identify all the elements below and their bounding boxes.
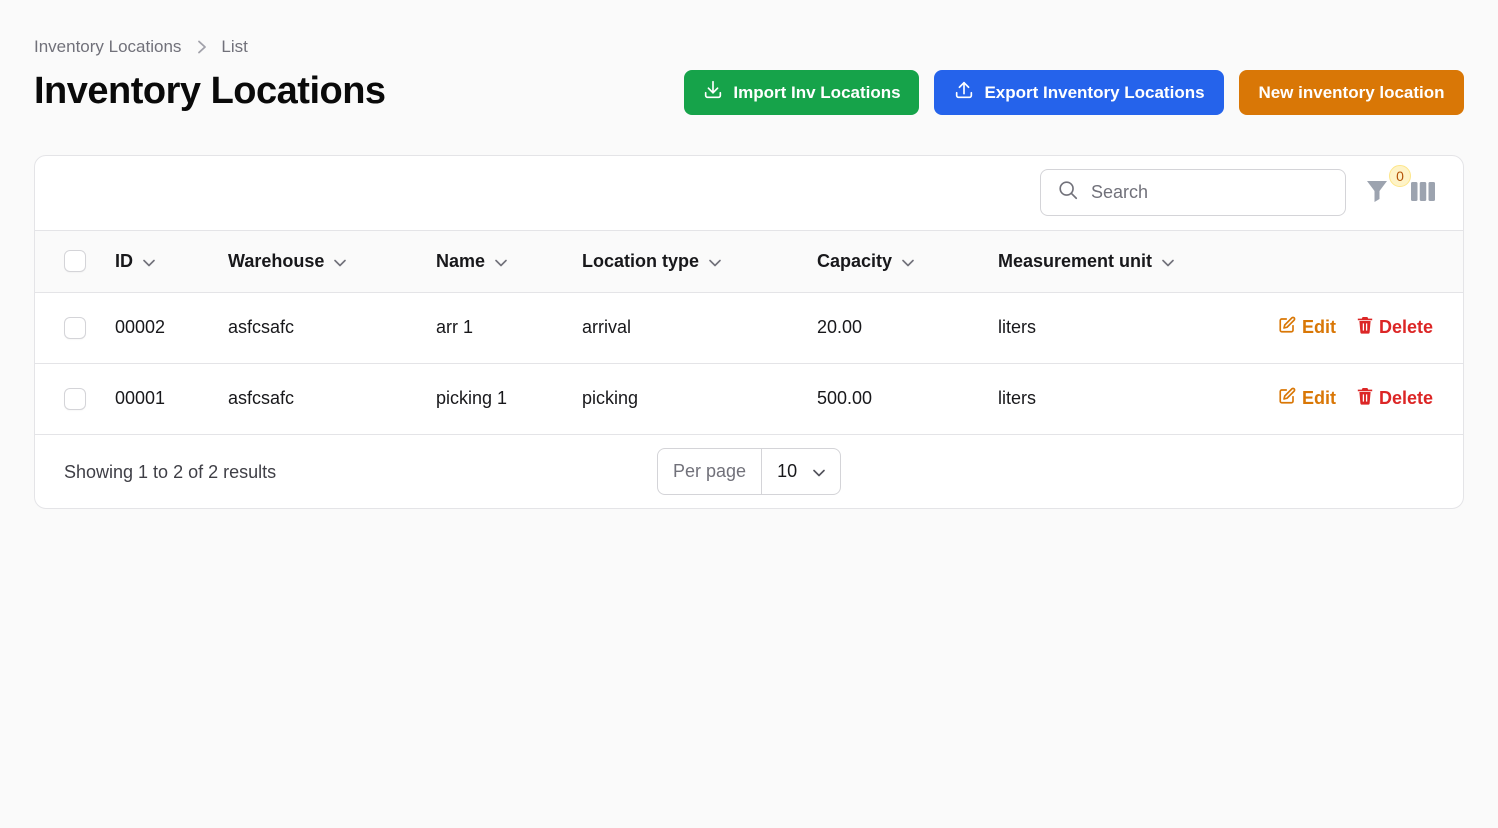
cell-name: arr 1 <box>436 317 474 337</box>
sort-warehouse-header[interactable]: Warehouse <box>228 250 347 272</box>
row-checkbox[interactable] <box>64 316 86 339</box>
table-toolbar: 0 <box>35 156 1463 231</box>
column-header-label: Name <box>436 250 486 271</box>
edit-icon <box>1278 316 1296 339</box>
per-page-label: Per page <box>658 449 763 494</box>
edit-button[interactable]: Edit <box>1278 387 1336 410</box>
edit-label: Edit <box>1301 388 1336 408</box>
table-row: 00002 asfcsafc arr 1 arrival 20.00 liter… <box>35 292 1463 363</box>
delete-label: Delete <box>1378 317 1433 337</box>
sort-measurement-unit-header[interactable]: Measurement unit <box>998 251 1174 272</box>
chevron-right-icon <box>197 40 207 54</box>
row-checkbox[interactable] <box>64 387 86 410</box>
sort-capacity-header[interactable]: Capacity <box>817 251 914 272</box>
cell-id: 00001 <box>115 388 166 408</box>
per-page-value: 10 <box>777 461 798 481</box>
download-icon <box>702 79 724 106</box>
cell-measurement-unit: liters <box>998 388 1037 408</box>
per-page-select[interactable]: Per page 10 <box>657 448 841 495</box>
import-button-label: Import Inv Locations <box>733 82 901 102</box>
filter-count-badge: 0 <box>1389 165 1411 187</box>
cell-location-type: picking <box>582 388 639 408</box>
chevron-down-icon <box>813 461 825 482</box>
columns-icon <box>1411 182 1435 206</box>
column-header-label: Capacity <box>817 250 893 271</box>
cell-capacity: 20.00 <box>817 317 863 337</box>
breadcrumb-parent-link[interactable]: Inventory Locations <box>34 37 181 57</box>
chevron-down-icon <box>1162 251 1174 272</box>
cell-warehouse: asfcsafc <box>228 317 295 337</box>
cell-capacity: 500.00 <box>817 388 873 408</box>
chevron-down-icon <box>334 251 347 272</box>
cell-measurement-unit: liters <box>998 317 1037 337</box>
trash-icon <box>1357 387 1373 410</box>
locations-table: ID Warehouse Name Location type Capacity… <box>35 231 1463 435</box>
column-header-label: ID <box>115 250 133 271</box>
delete-button[interactable]: Delete <box>1357 316 1433 339</box>
search-icon <box>1057 179 1079 206</box>
results-summary: Showing 1 to 2 of 2 results <box>64 462 277 482</box>
cell-id: 00002 <box>115 317 166 337</box>
delete-label: Delete <box>1378 388 1433 408</box>
edit-icon <box>1278 387 1296 410</box>
breadcrumb-current: List <box>221 37 248 56</box>
header-actions: Import Inv Locations Export Inventory Lo… <box>684 70 1464 115</box>
table-row: 00001 asfcsafc picking 1 picking 500.00 … <box>35 363 1463 434</box>
filter-button[interactable] <box>1365 180 1389 206</box>
chevron-down-icon <box>709 251 721 272</box>
export-button[interactable]: Export Inventory Locations <box>934 70 1224 115</box>
per-page-value-wrap: 10 <box>762 461 825 482</box>
edit-label: Edit <box>1301 317 1336 337</box>
cell-warehouse: asfcsafc <box>228 388 295 408</box>
import-button[interactable]: Import Inv Locations <box>684 70 919 115</box>
sort-id-header[interactable]: ID <box>115 251 155 272</box>
chevron-down-icon <box>495 251 507 272</box>
breadcrumb: Inventory Locations List <box>34 37 248 57</box>
chevron-down-icon <box>143 251 155 272</box>
table-header-row: ID Warehouse Name Location type Capacity… <box>35 231 1463 292</box>
new-location-button[interactable]: New inventory location <box>1239 70 1464 115</box>
filter-icon <box>1366 179 1388 208</box>
trash-icon <box>1357 316 1373 339</box>
column-header-label: Measurement unit <box>998 250 1153 271</box>
search-input[interactable] <box>1091 182 1311 203</box>
upload-icon <box>953 79 975 106</box>
select-all-checkbox[interactable] <box>64 250 86 273</box>
edit-button[interactable]: Edit <box>1278 316 1336 339</box>
column-header-label: Location type <box>582 250 700 271</box>
export-button-label: Export Inventory Locations <box>984 82 1205 102</box>
locations-table-card: 0 ID Warehouse Name Location type Capaci… <box>34 155 1464 509</box>
sort-name-header[interactable]: Name <box>436 251 507 272</box>
search-box <box>1040 169 1346 216</box>
delete-button[interactable]: Delete <box>1357 387 1433 410</box>
cell-name: picking 1 <box>436 388 508 408</box>
column-header-label: Warehouse <box>228 250 325 271</box>
chevron-down-icon <box>902 251 914 272</box>
toggle-columns-button[interactable] <box>1410 182 1436 206</box>
cell-location-type: arrival <box>582 317 632 337</box>
sort-location-type-header[interactable]: Location type <box>582 251 721 272</box>
page-title: Inventory Locations <box>34 70 386 112</box>
